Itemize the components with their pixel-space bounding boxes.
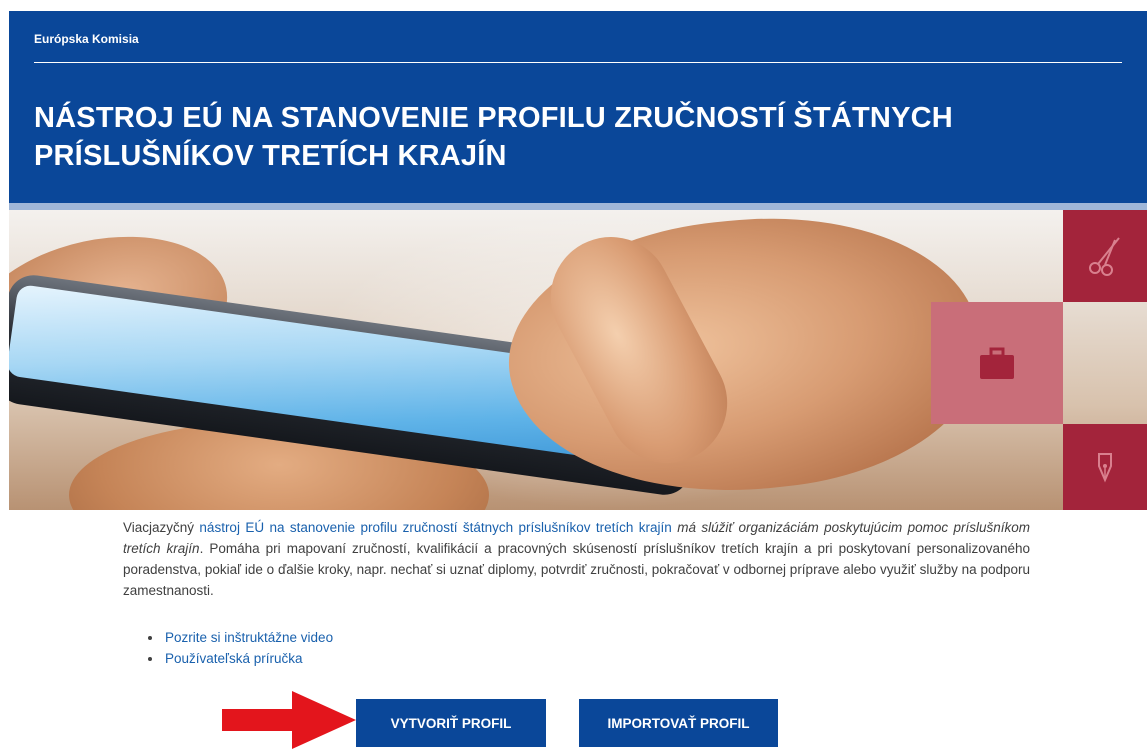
red-arrow-icon [222, 691, 356, 749]
scissors-tile [1063, 210, 1147, 302]
resource-links: Pozrite si inštruktážne video Používateľ… [148, 627, 333, 669]
page-title: NÁSTROJ EÚ NA STANOVENIE PROFILU ZRUČNOS… [34, 99, 1094, 175]
page-title-line-2: PRÍSLUŠNÍKOV TRETÍCH KRAJÍN [34, 140, 507, 172]
list-item: Používateľská príručka [148, 648, 333, 669]
pen-nib-icon [1098, 453, 1112, 483]
scissors-icon [1089, 237, 1120, 276]
intro-paragraph: Viacjazyčný nástroj EÚ na stanovenie pro… [123, 517, 1030, 601]
create-profile-button[interactable]: VYTVORIŤ PROFIL [356, 699, 546, 747]
tool-link[interactable]: nástroj EÚ na stanovenie profilu zručnos… [199, 520, 671, 535]
site-header: Európska Komisia NÁSTROJ EÚ NA STANOVENI… [9, 11, 1147, 203]
briefcase-icon [980, 347, 1014, 379]
list-item: Pozrite si inštruktážne video [148, 627, 333, 648]
pen-tile [1063, 424, 1147, 510]
import-profile-button[interactable]: IMPORTOVAŤ PROFIL [579, 699, 778, 747]
page-title-line-1: NÁSTROJ EÚ NA STANOVENIE PROFILU ZRUČNOS… [34, 102, 953, 134]
header-divider [34, 62, 1122, 63]
intro-lead: Viacjazyčný [123, 520, 200, 535]
briefcase-tile [931, 302, 1063, 424]
user-guide-link[interactable]: Používateľská príručka [165, 651, 303, 666]
intro-body: . Pomáha pri mapovaní zručností, kvalifi… [123, 541, 1030, 598]
tutorial-video-link[interactable]: Pozrite si inštruktážne video [165, 630, 333, 645]
organization-name: Európska Komisia [34, 32, 139, 46]
header-accent-stripe [9, 203, 1147, 210]
